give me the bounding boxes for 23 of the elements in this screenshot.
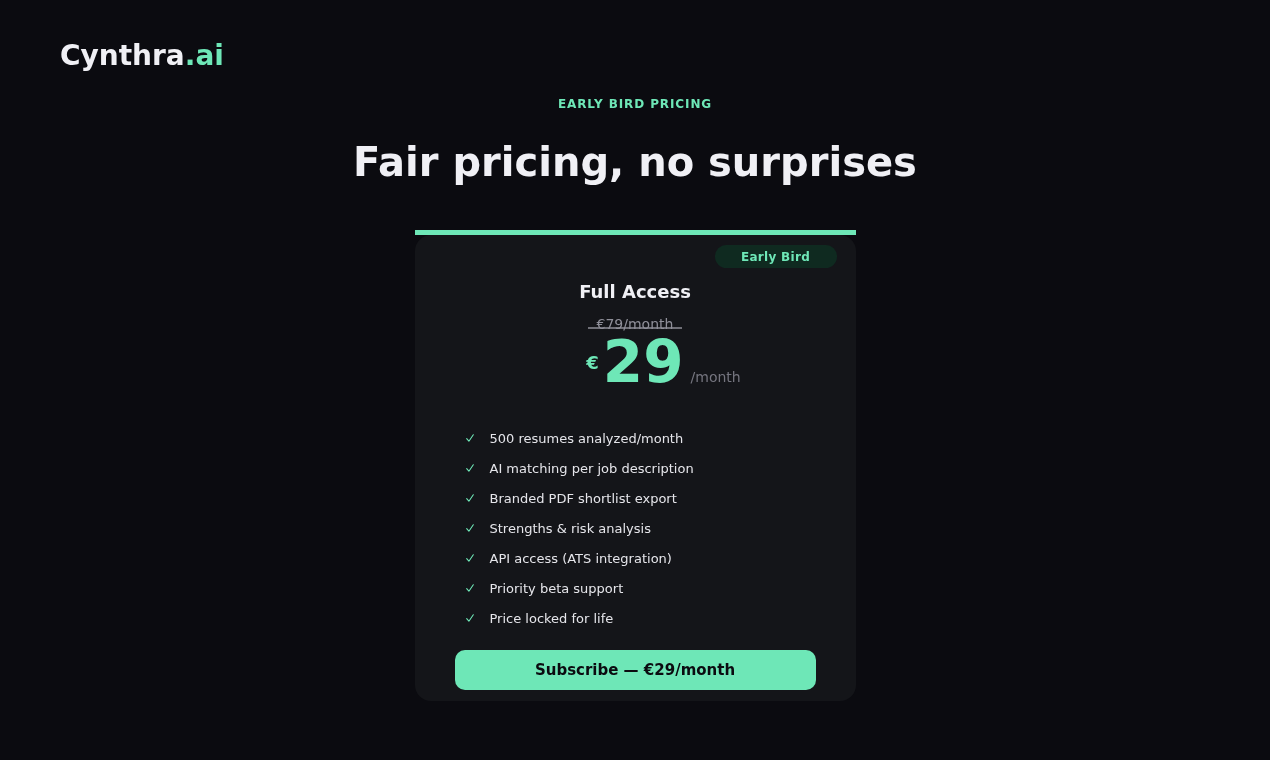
page-heading: Fair pricing, no surprises [353,138,917,187]
feature-text: Strengths & risk analysis [489,520,651,536]
check-icon [465,614,474,622]
currency-symbol: € [586,351,599,373]
price-period: /month [690,369,741,385]
feature-text: AI matching per job description [489,460,694,476]
check-icon [465,554,474,562]
feature-text: Price locked for life [489,610,614,626]
check-icon [465,524,474,532]
feature-text: 500 resumes analyzed/month [489,430,684,446]
price-amount: 29 [602,337,684,387]
plan-name: Full Access [579,281,691,303]
eyebrow-label: EARLY BIRD PRICING [557,96,713,112]
check-icon [465,464,474,472]
feature-text: Branded PDF shortlist export [489,490,677,506]
feature-text: Priority beta support [489,580,624,596]
plan-badge: Early Bird [714,245,837,268]
feature-text: API access (ATS integration) [489,550,672,566]
check-icon [465,494,474,502]
check-icon [465,434,474,442]
subscribe-button[interactable]: Subscribe — €29/month [454,650,816,690]
check-icon [465,584,474,592]
logo-text: Cynthra.ai [60,38,224,74]
